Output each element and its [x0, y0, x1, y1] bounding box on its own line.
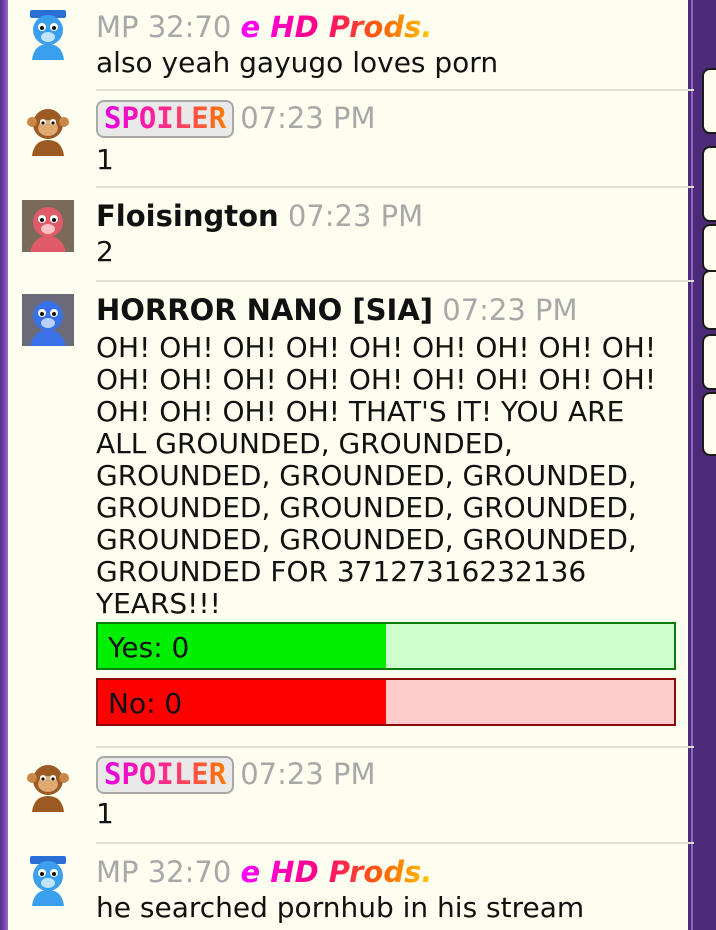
author-prefix: MP 32:70 — [96, 10, 241, 44]
sidebar-tab[interactable] — [702, 334, 716, 390]
poll-no-label: No: 0 — [108, 687, 183, 720]
message-header: Floisington 07:23 PM — [96, 198, 423, 234]
chat-message: MP 32:70 e HD Prods. he searched pornhub… — [8, 844, 688, 930]
author-prefix: MP 32:70 — [96, 855, 241, 889]
brown-monkey-avatar — [27, 765, 69, 812]
spoiler-badge[interactable]: SPOILER — [96, 756, 235, 794]
message-header: MP 32:70 e HD Prods. — [96, 9, 432, 45]
chat-message: HORROR NANO [SIA] 07:23 PM OH! OH! OH! O… — [8, 282, 688, 746]
timestamp: 07:23 PM — [442, 293, 578, 327]
message-text: 1 — [96, 797, 114, 830]
brown-monkey-avatar — [27, 109, 69, 156]
poll-yes-option[interactable]: Yes: 0 — [96, 622, 676, 670]
author-name[interactable]: e HD Prods. — [241, 855, 433, 889]
poll-yes-label: Yes: 0 — [108, 631, 190, 664]
red-bear-avatar — [22, 200, 74, 252]
spoiler-badge[interactable]: SPOILER — [96, 100, 235, 138]
blue-bear-avatar — [30, 856, 66, 906]
message-text: also yeah gayugo loves porn — [96, 46, 499, 79]
blue-bear-avatar — [30, 10, 66, 60]
sidebar-frame — [688, 0, 716, 930]
message-text: 2 — [96, 235, 114, 268]
badge-label: SPOILER — [104, 757, 227, 791]
author-name[interactable]: HORROR NANO [SIA] — [96, 293, 433, 327]
sidebar-tab[interactable] — [702, 392, 716, 456]
frame-line — [691, 0, 693, 930]
message-header: SPOILER 07:23 PM — [96, 100, 376, 138]
chat-log[interactable]: MP 32:70 e HD Prods. also yeah gayugo lo… — [8, 0, 694, 930]
timestamp: 07:23 PM — [240, 101, 376, 135]
poll-no-option[interactable]: No: 0 — [96, 678, 676, 726]
message-header: HORROR NANO [SIA] 07:23 PM — [96, 292, 578, 328]
blue-bear-avatar — [22, 294, 74, 346]
window-left-edge — [0, 0, 8, 930]
chat-message: SPOILER 07:23 PM 1 — [8, 748, 688, 842]
message-text: 1 — [96, 143, 114, 176]
sidebar-tab[interactable] — [702, 224, 716, 272]
chat-message: SPOILER 07:23 PM 1 — [8, 92, 688, 186]
sidebar-tab[interactable] — [702, 270, 716, 330]
timestamp: 07:23 PM — [240, 757, 376, 791]
message-divider — [96, 89, 694, 91]
chat-message: MP 32:70 e HD Prods. also yeah gayugo lo… — [8, 0, 688, 90]
author-name[interactable]: Floisington — [96, 199, 279, 233]
message-header: SPOILER 07:23 PM — [96, 756, 376, 794]
author-name[interactable]: e HD Prods. — [241, 10, 433, 44]
sidebar-tab[interactable] — [702, 68, 716, 134]
timestamp: 07:23 PM — [287, 199, 424, 233]
message-text: OH! OH! OH! OH! OH! OH! OH! OH! OH! OH! … — [96, 331, 657, 620]
sidebar-tab[interactable] — [702, 146, 716, 222]
message-text: he searched pornhub in his stream — [96, 891, 585, 924]
message-header: MP 32:70 e HD Prods. — [96, 854, 432, 890]
chat-message: Floisington 07:23 PM 2 — [8, 188, 688, 280]
badge-label: SPOILER — [104, 101, 227, 135]
